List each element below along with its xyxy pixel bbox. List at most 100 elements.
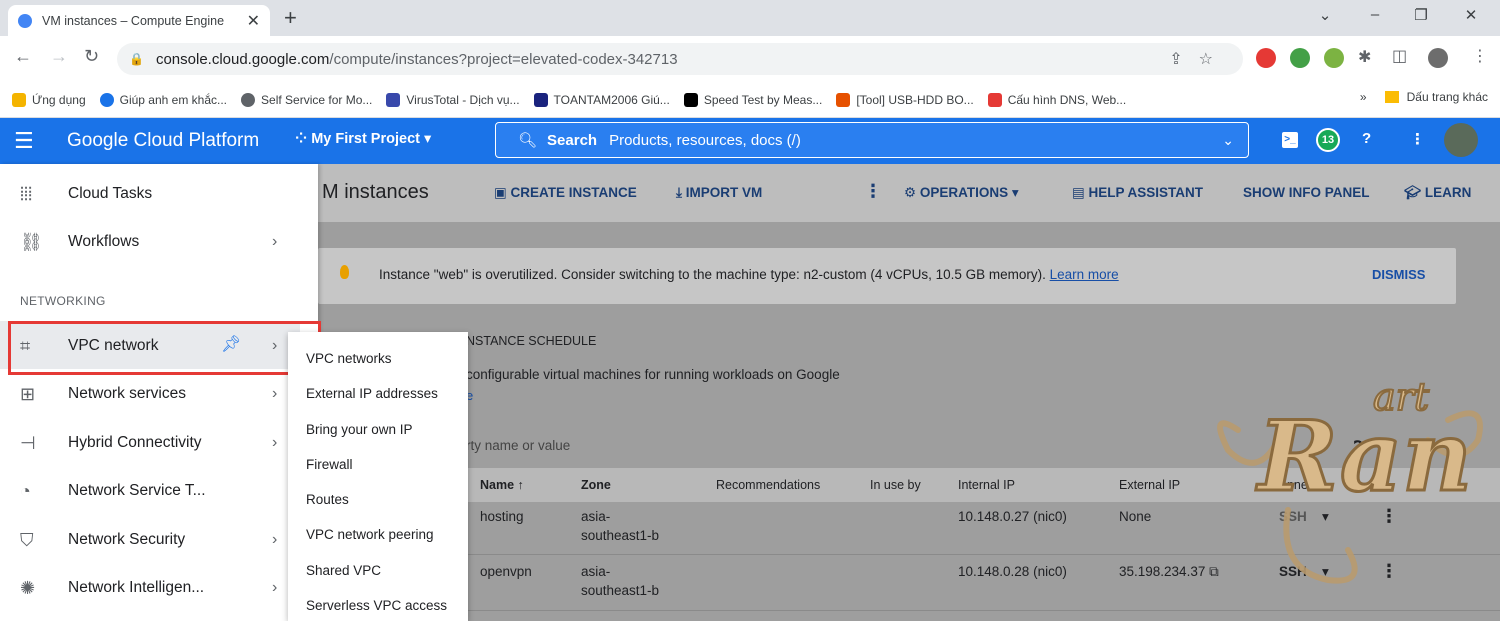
submenu-vpc-networks[interactable]: VPC networks bbox=[306, 351, 392, 366]
puzzle-extensions-icon[interactable]: ✱ bbox=[1358, 47, 1371, 67]
minimize-button[interactable]: – bbox=[1352, 6, 1398, 23]
bookmark-icon bbox=[836, 92, 851, 107]
back-icon[interactable]: ← bbox=[14, 46, 32, 67]
notifications-badge[interactable]: 13 bbox=[1316, 128, 1340, 152]
submenu-shared-vpc[interactable]: Shared VPC bbox=[306, 563, 381, 578]
operations-icon: ⚙ bbox=[904, 185, 920, 200]
bookmark-icon bbox=[533, 92, 548, 107]
chevron-right-icon: › bbox=[272, 233, 278, 250]
opera-extension-icon[interactable] bbox=[1256, 48, 1276, 68]
address-bar[interactable]: 🔒 console.cloud.google.com /compute/inst… bbox=[117, 43, 1243, 75]
submenu-firewall[interactable]: Firewall bbox=[306, 457, 353, 472]
search-label: Search bbox=[547, 131, 598, 149]
column-internal-ip[interactable]: Internal IP bbox=[958, 478, 1015, 492]
dismiss-button[interactable]: DISMISS bbox=[1372, 267, 1425, 282]
share-bookmark-icons[interactable]: ⇪☆ bbox=[1169, 49, 1229, 69]
filter-input[interactable]: rty name or value bbox=[466, 438, 570, 453]
lock-icon: 🔒 bbox=[129, 52, 144, 66]
forward-icon[interactable]: → bbox=[50, 46, 68, 67]
column-recommendations[interactable]: Recommendations bbox=[716, 478, 820, 492]
internal-ip-cell: 10.148.0.27 (nic0) bbox=[958, 509, 1067, 524]
import-vm-button[interactable]: ⤓ IMPORT VM bbox=[676, 185, 762, 201]
url-host: console.cloud.google.com bbox=[155, 50, 330, 68]
bookmark-item[interactable]: Ứng dụng bbox=[12, 92, 86, 107]
nav-item-network-security[interactable]: ⛉ Network Security › bbox=[0, 516, 318, 564]
chevron-down-icon[interactable]: ⌄ bbox=[1222, 132, 1234, 149]
nav-item-network-intelligence[interactable]: ✺ Network Intelligen... › bbox=[0, 564, 318, 612]
gcp-brand[interactable]: Google Cloud Platform bbox=[67, 130, 259, 152]
submenu-byoip[interactable]: Bring your own IP bbox=[306, 422, 413, 437]
school-icon: 🎓︎ bbox=[1404, 185, 1425, 200]
tasks-icon: ⦙⦙⦙ bbox=[20, 183, 33, 204]
create-instance-button[interactable]: ▣ CREATE INSTANCE bbox=[494, 185, 637, 201]
help-assistant-button[interactable]: ▤ HELP ASSISTANT bbox=[1072, 185, 1203, 201]
column-external-ip[interactable]: External IP bbox=[1119, 478, 1180, 492]
side-panel-icon[interactable]: ◫ bbox=[1392, 46, 1407, 66]
hamburger-menu-icon[interactable]: ☰ bbox=[14, 128, 34, 154]
browser-menu-icon[interactable]: ⋮ bbox=[1472, 46, 1488, 66]
bookmarks-bar: Ứng dụng Giúp anh em khắc... Self Servic… bbox=[0, 82, 1500, 118]
more-options-icon[interactable]: ⋮ bbox=[1410, 130, 1425, 148]
nav-item-network-service-tiers[interactable]: ◔ Network Service T... bbox=[0, 467, 318, 515]
browser-tab[interactable]: VM instances – Compute Engine ✕ bbox=[8, 5, 270, 36]
project-dots-icon: ⁘ bbox=[295, 131, 312, 147]
zone-cell-2: southeast1-b bbox=[581, 528, 660, 543]
bookmark-item[interactable]: Giúp anh em khắc... bbox=[99, 92, 227, 107]
bookmarks-right: » Dấu trang khác bbox=[1360, 90, 1488, 104]
instance-schedule-tab[interactable]: NSTANCE SCHEDULE bbox=[466, 334, 596, 348]
extension-icon-2[interactable] bbox=[1324, 48, 1344, 68]
submenu-peering[interactable]: VPC network peering bbox=[306, 527, 434, 542]
bookmark-item[interactable]: [Tool] USB-HDD BO... bbox=[836, 92, 974, 107]
extension-icon[interactable] bbox=[1290, 48, 1310, 68]
column-name[interactable]: Name ↑ bbox=[480, 478, 524, 492]
tab-search-icon[interactable]: ⌄ bbox=[1302, 6, 1348, 24]
zone-cell: asia- bbox=[581, 564, 611, 579]
project-name: My First Project bbox=[311, 131, 420, 147]
submenu-external-ip[interactable]: External IP addresses bbox=[306, 386, 438, 401]
learn-more-link[interactable]: Learn more bbox=[1050, 267, 1119, 282]
help-icon[interactable]: ? bbox=[1362, 130, 1371, 147]
bookmark-item[interactable]: TOANTAM2006 Giú... bbox=[533, 92, 670, 107]
dropdown-arrow-icon: ▾ bbox=[419, 131, 432, 147]
external-ip-cell: None bbox=[1119, 509, 1152, 524]
bookmarks-overflow[interactable]: » bbox=[1360, 90, 1367, 104]
apps-grid-icon bbox=[12, 92, 26, 107]
virustotal-icon bbox=[386, 92, 401, 107]
import-icon: ⤓ bbox=[676, 185, 686, 200]
search-bar[interactable]: 🔍︎ Search Products, resources, docs (/) … bbox=[495, 122, 1249, 158]
submenu-routes[interactable]: Routes bbox=[306, 492, 349, 507]
show-info-panel-button[interactable]: SHOW INFO PANEL bbox=[1243, 185, 1370, 200]
nav-item-hybrid-connectivity[interactable]: ⊣ Hybrid Connectivity › bbox=[0, 419, 318, 467]
bookmark-item[interactable]: VirusTotal - Dịch vụ... bbox=[386, 92, 520, 107]
nav-item-workflows[interactable]: ⛓ Workflows › bbox=[0, 218, 318, 266]
close-tab-icon[interactable]: ✕ bbox=[247, 11, 260, 31]
nav-item-cloud-tasks[interactable]: ⦙⦙⦙ Cloud Tasks bbox=[0, 170, 318, 218]
bookmark-item[interactable]: Speed Test by Meas... bbox=[683, 92, 822, 107]
bookmark-item[interactable]: Self Service for Mo... bbox=[241, 92, 372, 107]
bookmark-item[interactable]: Cấu hình DNS, Web... bbox=[987, 92, 1126, 107]
network-services-icon: ⊞ bbox=[20, 383, 36, 404]
compute-engine-favicon bbox=[18, 13, 32, 28]
reload-icon[interactable]: ↻ bbox=[84, 46, 99, 67]
cloud-shell-icon[interactable]: >_ bbox=[1282, 132, 1298, 148]
operations-button[interactable]: ⚙ OPERATIONS ▾ bbox=[904, 185, 1019, 201]
restore-button[interactable]: ❐ bbox=[1398, 6, 1444, 24]
instance-name-link[interactable]: hosting bbox=[480, 509, 524, 524]
column-zone[interactable]: Zone bbox=[581, 478, 611, 492]
internal-ip-cell: 10.148.0.28 (nic0) bbox=[958, 564, 1067, 579]
other-bookmarks[interactable]: Dấu trang khác bbox=[1407, 90, 1488, 104]
submenu-serverless-vpc[interactable]: Serverless VPC access bbox=[306, 598, 447, 613]
instance-name-link[interactable]: openvpn bbox=[480, 564, 532, 579]
page-description: configurable virtual machines for runnin… bbox=[466, 367, 840, 382]
new-tab-button[interactable]: + bbox=[284, 5, 297, 31]
account-avatar[interactable] bbox=[1444, 123, 1478, 157]
column-in-use-by[interactable]: In use by bbox=[870, 478, 921, 492]
close-window-button[interactable]: ✕ bbox=[1448, 6, 1494, 24]
networking-section-label: NETWORKING bbox=[20, 294, 106, 308]
nav-item-network-services[interactable]: ⊞ Network services › bbox=[0, 370, 318, 418]
row-divider bbox=[466, 610, 1500, 611]
profile-avatar[interactable] bbox=[1428, 48, 1448, 68]
learn-button[interactable]: 🎓︎ LEARN bbox=[1404, 185, 1471, 201]
project-selector[interactable]: ⁘ My First Project ▾ bbox=[295, 131, 431, 147]
more-actions-icon[interactable]: ⋮ bbox=[864, 181, 882, 202]
